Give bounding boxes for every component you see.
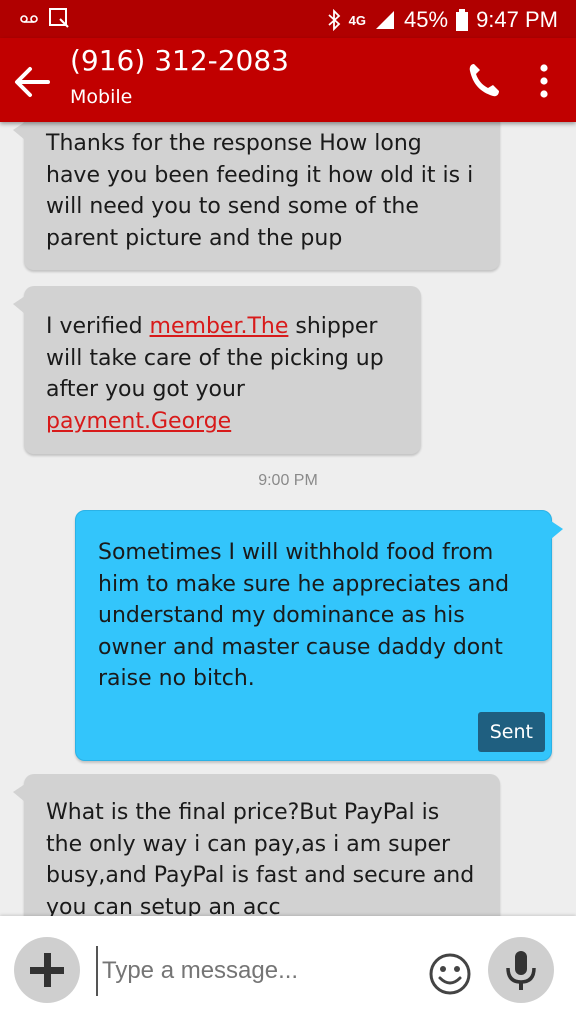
time-divider: 9:00 PM — [258, 472, 318, 489]
bubble-tail — [13, 122, 25, 140]
signal-icon — [376, 11, 395, 29]
message-bubble-outgoing[interactable]: Sometimes I will withhold food from him … — [75, 510, 563, 761]
add-attachment-button[interactable] — [14, 937, 80, 1003]
message-composer — [0, 916, 576, 1024]
microphone-icon — [506, 951, 536, 990]
message-text: Sometimes I will withhold food from him … — [98, 540, 510, 691]
bubble-tail — [13, 784, 25, 802]
clock: 9:47 PM — [476, 7, 558, 32]
contact-number: (916) 312-2083 — [70, 44, 289, 77]
more-vert-icon[interactable] — [536, 62, 552, 102]
message-link[interactable]: payment.George — [46, 409, 231, 434]
app-bar: (916) 312-2083 Mobile — [0, 38, 576, 122]
message-list[interactable]: Thanks for the response How long have yo… — [0, 122, 576, 916]
battery-icon — [456, 9, 469, 31]
voice-input-button[interactable] — [488, 937, 554, 1003]
phone-icon[interactable] — [466, 60, 502, 100]
network-type: 4G — [348, 12, 367, 28]
message-text: I verified — [46, 314, 150, 339]
message-link[interactable]: member.The — [150, 314, 289, 339]
screenshot-icon — [49, 8, 69, 28]
contact-subtitle: Mobile — [70, 86, 133, 108]
sent-status-badge: Sent — [477, 712, 545, 752]
bluetooth-icon — [328, 9, 340, 31]
message-text: Thanks for the response How long have yo… — [46, 131, 474, 251]
message-bubble-incoming[interactable]: Thanks for the response How long have yo… — [13, 122, 500, 270]
battery-percent: 45% — [404, 7, 449, 32]
message-bubble-incoming[interactable]: I verified member.The shipper will take … — [13, 286, 421, 454]
message-bubble-incoming[interactable]: What is the final price?But PayPal is th… — [13, 774, 500, 916]
message-text: What is the final price?But PayPal is th… — [46, 800, 475, 916]
bubble-tail — [551, 521, 563, 539]
arrow-back-icon[interactable] — [12, 62, 52, 102]
plus-icon — [30, 953, 64, 987]
bubble-tail — [13, 296, 25, 314]
message-input[interactable] — [96, 946, 424, 996]
status-bar: 4G 45% 9:47 PM — [0, 0, 576, 38]
smiley-icon[interactable] — [428, 952, 472, 996]
voicemail-icon — [20, 15, 38, 23]
